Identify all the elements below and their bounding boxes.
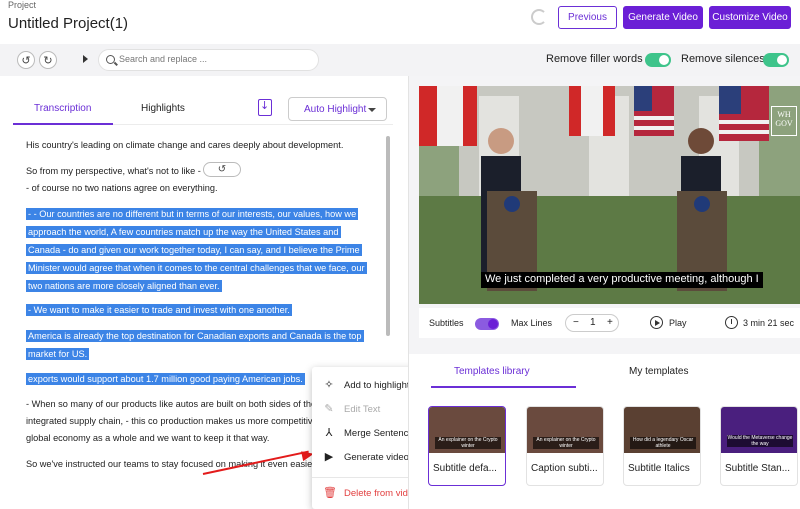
- transcript-line-highlighted[interactable]: - - Our countries are no different but i…: [26, 208, 359, 220]
- tab-my-templates[interactable]: My templates: [629, 366, 688, 377]
- template-thumbnail: An explainer on the Crypto winter: [429, 407, 505, 453]
- tab-templates-library[interactable]: Templates library: [454, 366, 530, 377]
- white-house-logo: WH GOV: [771, 106, 797, 136]
- auto-highlight-label: Auto Highlight: [304, 103, 367, 115]
- redo-icon: ↻: [43, 53, 53, 67]
- video-subtitle: We just completed a very productive meet…: [481, 272, 763, 288]
- clock-icon: [725, 316, 738, 329]
- download-icon[interactable]: [258, 99, 272, 116]
- pencil-icon: ✎: [324, 402, 334, 415]
- template-card[interactable]: How did a legendary Oscar athlete Subtit…: [623, 406, 701, 486]
- transcript-line[interactable]: integrated supply chain, - this co produ…: [26, 415, 318, 427]
- increment-button[interactable]: +: [607, 317, 613, 328]
- transcript-line[interactable]: His country's leading on climate change …: [26, 139, 343, 151]
- template-thumbnail: An explainer on the Crypto winter: [527, 407, 603, 453]
- undo-icon: ↺: [217, 164, 227, 175]
- transcript-line[interactable]: So from my perspective, what's not to li…: [26, 165, 201, 177]
- video-duration: 3 min 21 sec: [743, 318, 795, 328]
- subtitles-label: Subtitles: [429, 318, 464, 328]
- merge-icon: ⅄: [325, 426, 333, 439]
- preview-panel: WH GOV We just completed a very producti…: [408, 76, 800, 509]
- toolbar: ↺ ↻ Search and replace ... Remove filler…: [0, 44, 800, 76]
- project-section-label: Project: [8, 0, 37, 10]
- max-lines-stepper[interactable]: − 1 +: [565, 314, 619, 332]
- previous-button[interactable]: Previous: [558, 6, 617, 29]
- active-template-tab-indicator: [431, 386, 576, 388]
- magic-wand-icon: ✧: [324, 378, 334, 391]
- remove-silences-label: Remove silences: [681, 53, 765, 65]
- customize-video-button[interactable]: Customize Video: [709, 6, 791, 29]
- active-tab-indicator: [13, 123, 113, 125]
- template-card-label: Subtitle defa...: [433, 463, 497, 474]
- player-controls: Subtitles Max Lines − 1 + Play 3 min 21 …: [419, 308, 800, 338]
- trash-icon: 🗑: [323, 486, 337, 499]
- template-card[interactable]: Would the Metaverse change the way Subti…: [720, 406, 798, 486]
- transcript-line-highlighted[interactable]: Canada - do and given our work together …: [26, 244, 362, 256]
- template-card[interactable]: An explainer on the Crypto winter Subtit…: [428, 406, 506, 486]
- play-label[interactable]: Play: [669, 318, 687, 328]
- decrement-button[interactable]: −: [573, 317, 579, 328]
- remove-silences-toggle[interactable]: [763, 53, 789, 67]
- transcript-line-highlighted[interactable]: America is already the top destination f…: [26, 330, 364, 342]
- undo-icon: ↺: [21, 53, 31, 67]
- template-card[interactable]: An explainer on the Crypto winter Captio…: [526, 406, 604, 486]
- transcript-line-highlighted[interactable]: exports would support about 1.7 million …: [26, 373, 305, 385]
- expand-arrow-icon[interactable]: [83, 55, 88, 63]
- transcript-line-highlighted[interactable]: two nations are more closely aligned tha…: [26, 280, 222, 292]
- max-lines-label: Max Lines: [511, 318, 553, 328]
- app-root: Project Untitled Project(1) Previous Gen…: [0, 0, 800, 509]
- search-input[interactable]: Search and replace ...: [119, 54, 207, 64]
- video-settings-icon: ▶: [324, 450, 334, 463]
- undo-button[interactable]: ↺: [17, 51, 35, 69]
- redo-button[interactable]: ↻: [39, 51, 57, 69]
- template-card-label: Subtitle Italics: [628, 463, 690, 474]
- video-player[interactable]: WH GOV We just completed a very producti…: [419, 86, 800, 304]
- loading-spinner-icon: [531, 9, 547, 25]
- tab-highlights[interactable]: Highlights: [141, 103, 185, 114]
- transcript-line[interactable]: - When so many of our products like auto…: [26, 398, 316, 410]
- transcript-line-highlighted[interactable]: - We want to make it easier to trade and…: [26, 304, 292, 316]
- header: Project Untitled Project(1) Previous Gen…: [0, 0, 800, 44]
- transcript-line[interactable]: - of course no two nations agree on ever…: [26, 182, 218, 194]
- restore-line-button[interactable]: ↺: [203, 162, 241, 177]
- template-card-label: Subtitle Stan...: [725, 463, 791, 474]
- search-box[interactable]: Search and replace ...: [98, 49, 319, 71]
- auto-highlight-dropdown[interactable]: Auto Highlight: [288, 97, 387, 121]
- chevron-down-icon: [368, 108, 376, 112]
- template-thumbnail: Would the Metaverse change the way: [721, 407, 797, 453]
- transcript-line-highlighted[interactable]: approach the world, A few countries matc…: [26, 226, 341, 238]
- project-title[interactable]: Untitled Project(1): [8, 15, 128, 32]
- search-icon: [106, 55, 115, 64]
- max-lines-value: 1: [590, 317, 596, 328]
- transcript-line-highlighted[interactable]: market for US.: [26, 348, 90, 360]
- remove-filler-label: Remove filler words: [546, 53, 643, 65]
- template-thumbnail: How did a legendary Oscar athlete: [624, 407, 700, 453]
- templates-section: Templates library My templates An explai…: [409, 354, 800, 509]
- generate-video-button[interactable]: Generate Video: [623, 6, 703, 29]
- remove-filler-toggle[interactable]: [645, 53, 671, 67]
- transcript-scrollbar[interactable]: [386, 136, 390, 336]
- subtitles-toggle[interactable]: [475, 318, 499, 330]
- transcript-line-highlighted[interactable]: Minister would agree that when it comes …: [26, 262, 367, 274]
- transcript-line[interactable]: global economy as a whole and we want to…: [26, 432, 269, 444]
- template-card-label: Caption subti...: [531, 463, 598, 474]
- play-icon[interactable]: [650, 316, 663, 329]
- tab-transcription[interactable]: Transcription: [34, 103, 91, 114]
